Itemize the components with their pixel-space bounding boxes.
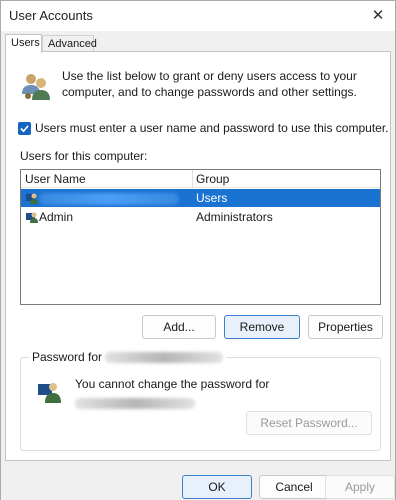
- close-icon: ✕: [371, 7, 385, 24]
- list-header: User Name Group: [21, 170, 380, 188]
- tab-advanced[interactable]: Advanced: [42, 35, 97, 52]
- properties-button[interactable]: Properties: [308, 315, 383, 339]
- add-user-button[interactable]: Add...: [142, 315, 216, 339]
- reset-password-button[interactable]: Reset Password...: [246, 411, 372, 435]
- table-row[interactable]: Users: [21, 189, 380, 207]
- checkmark-icon: [20, 124, 29, 132]
- password-legend-prefix: Password for: [32, 350, 103, 364]
- user-list[interactable]: User Name Group Users Admin Administrato…: [20, 169, 381, 305]
- column-header-group[interactable]: Group: [196, 172, 229, 186]
- row-user-name: [39, 191, 179, 205]
- table-row[interactable]: Admin Administrators: [21, 208, 380, 226]
- column-header-user-name[interactable]: User Name: [25, 172, 86, 186]
- remove-user-button[interactable]: Remove: [224, 315, 300, 339]
- user-accounts-window: User Accounts ✕ Users Advanced Use the l…: [0, 0, 396, 500]
- row-group: Users: [196, 191, 228, 205]
- require-login-checkbox[interactable]: [18, 121, 31, 135]
- user-account-icon: [26, 193, 38, 204]
- redacted-email: [105, 352, 224, 364]
- require-login-row[interactable]: Users must enter a user name and passwor…: [18, 121, 389, 135]
- redacted-email: [39, 192, 179, 205]
- column-divider[interactable]: [192, 170, 193, 188]
- apply-button[interactable]: Apply: [325, 475, 395, 499]
- intro-description: Use the list below to grant or deny user…: [62, 69, 357, 99]
- ok-button[interactable]: OK: [182, 475, 252, 499]
- password-user-icon: [38, 383, 61, 403]
- close-button[interactable]: ✕: [363, 1, 393, 29]
- require-login-label: Users must enter a user name and passwor…: [35, 121, 389, 135]
- users-list-label: Users for this computer:: [20, 149, 148, 163]
- user-account-icon: [26, 212, 38, 223]
- title-bar: User Accounts ✕: [1, 1, 395, 31]
- cancel-button[interactable]: Cancel: [259, 475, 329, 499]
- password-message: You cannot change the password for: [75, 377, 270, 391]
- password-group-legend: Password for: [29, 350, 227, 364]
- users-icon: [22, 74, 50, 100]
- users-tab-panel: Use the list below to grant or deny user…: [5, 51, 391, 461]
- redacted-email: [75, 398, 195, 409]
- password-groupbox: Password for You cannot change the passw…: [20, 350, 381, 451]
- window-title: User Accounts: [9, 8, 93, 23]
- tab-users[interactable]: Users: [5, 34, 42, 53]
- row-user-name: Admin: [39, 210, 74, 224]
- row-group: Administrators: [196, 210, 273, 224]
